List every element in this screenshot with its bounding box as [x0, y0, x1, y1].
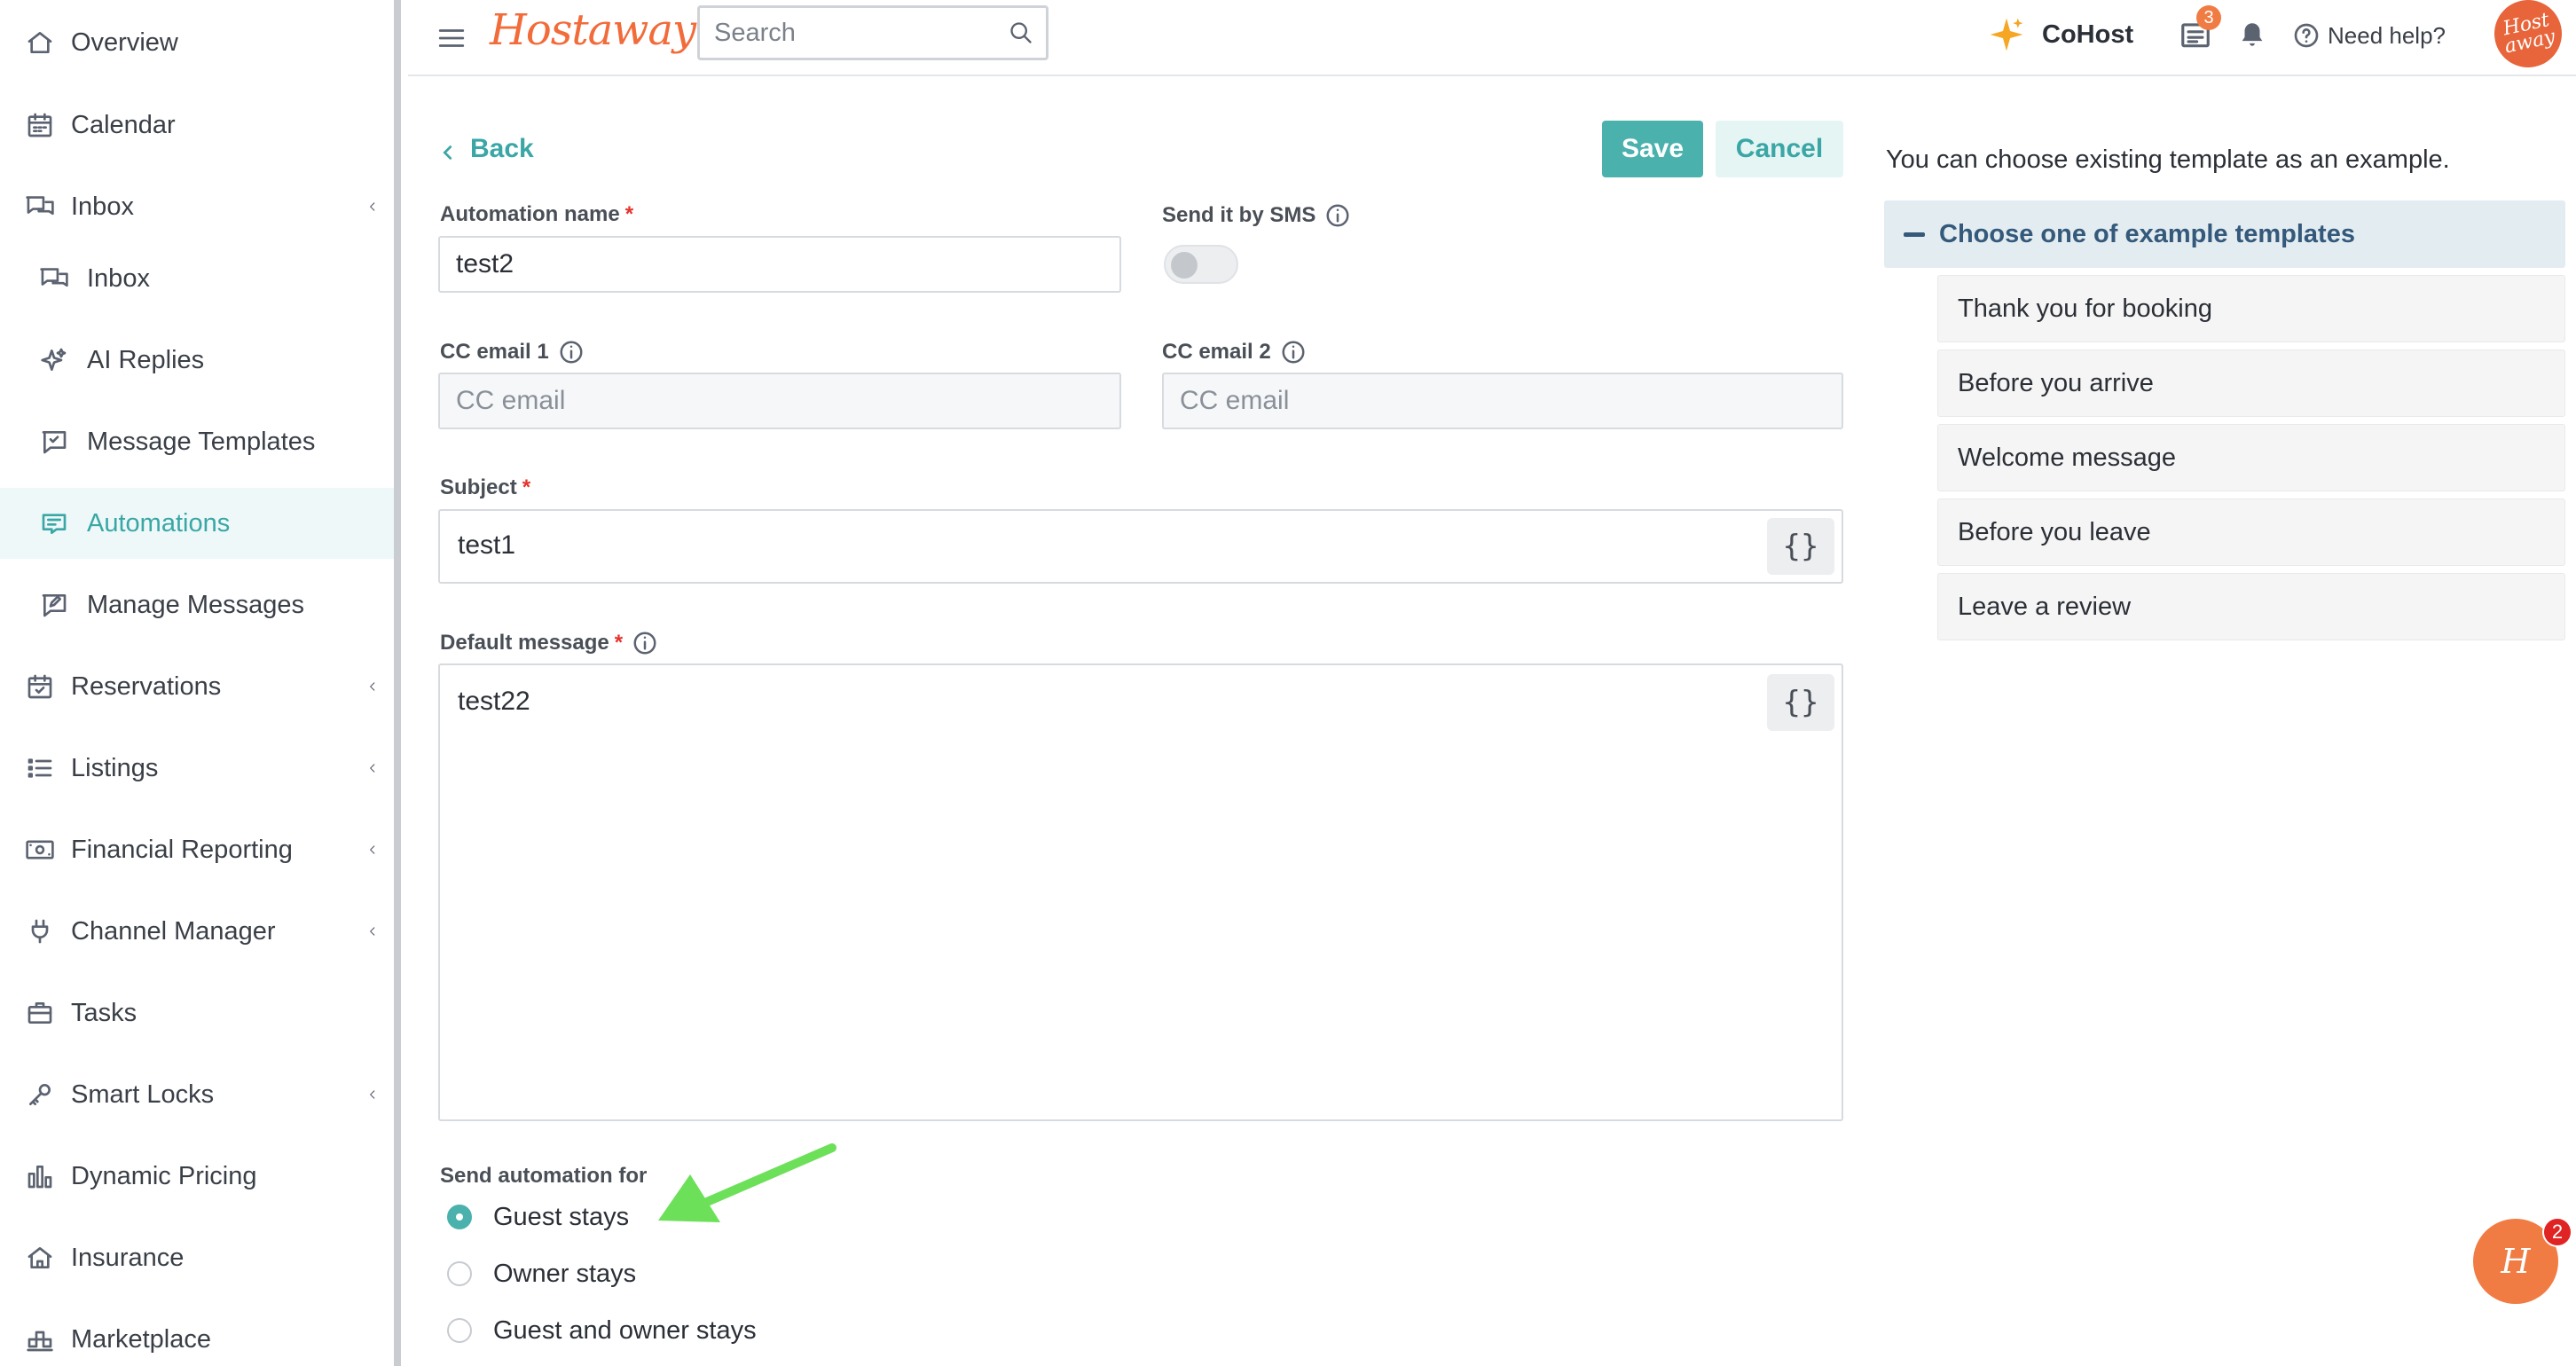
example-templates-accordion[interactable]: Choose one of example templates	[1884, 200, 2565, 268]
sidebar-item-marketplace[interactable]: Marketplace	[0, 1304, 394, 1366]
plug-icon	[25, 916, 55, 946]
sidebar-item-listings[interactable]: Listings	[0, 733, 394, 804]
radio-owner-stays[interactable]: Owner stays	[447, 1256, 636, 1291]
default-message-textarea[interactable]: test22 {}	[438, 663, 1843, 1121]
search-box	[697, 5, 1048, 60]
sidebar-item-inbox-sub[interactable]: Inbox	[0, 243, 394, 314]
chevron-left-icon	[364, 841, 381, 859]
template-welcome-message[interactable]: Welcome message	[1937, 424, 2565, 491]
template-before-you-arrive[interactable]: Before you arrive	[1937, 349, 2565, 417]
info-icon[interactable]	[1324, 202, 1351, 229]
sidebar-item-calendar[interactable]: Calendar	[0, 90, 394, 161]
bell-icon[interactable]	[2237, 18, 2273, 53]
chevron-left-icon	[364, 678, 381, 695]
chat-icon	[39, 263, 69, 294]
chat-icon	[25, 192, 55, 222]
calendar-check-icon	[25, 671, 55, 702]
notification-count-badge: 3	[2196, 5, 2221, 30]
radio-button[interactable]	[447, 1205, 472, 1229]
radio-guest-stays[interactable]: Guest stays	[447, 1199, 629, 1235]
sidebar-item-overview[interactable]: Overview	[0, 7, 394, 78]
back-link[interactable]: Back	[438, 131, 534, 167]
template-leave-a-review[interactable]: Leave a review	[1937, 573, 2565, 640]
info-icon[interactable]	[1280, 339, 1307, 365]
sidebar-item-tasks[interactable]: Tasks	[0, 977, 394, 1048]
chevron-left-icon	[364, 759, 381, 777]
automation-name-input[interactable]	[438, 236, 1121, 293]
sidebar: Overview Calendar Inbox Inbox AI Replies…	[0, 0, 401, 1366]
hostaway-logo[interactable]: Hostaway	[490, 5, 696, 55]
template-thank-you-for-booking[interactable]: Thank you for booking	[1937, 275, 2565, 342]
home-icon	[25, 27, 55, 58]
cancel-button[interactable]: Cancel	[1716, 121, 1843, 177]
toggle-knob	[1171, 252, 1198, 279]
insert-variable-button[interactable]: {}	[1767, 674, 1834, 731]
house-shield-icon	[25, 1243, 55, 1273]
chevron-left-icon	[364, 198, 381, 216]
info-icon[interactable]	[632, 630, 658, 656]
calendar-icon	[25, 110, 55, 140]
marketplace-icon	[25, 1324, 55, 1354]
radio-button[interactable]	[447, 1318, 472, 1343]
sidebar-item-manage-messages[interactable]: Manage Messages	[0, 569, 394, 640]
cc-email-2-input[interactable]	[1162, 373, 1843, 429]
annotation-arrow-icon	[658, 1143, 836, 1222]
template-before-you-leave[interactable]: Before you leave	[1937, 499, 2565, 566]
sidebar-item-channel-manager[interactable]: Channel Manager	[0, 896, 394, 967]
bar-chart-icon	[25, 1161, 55, 1191]
search-input[interactable]	[700, 8, 1001, 58]
question-circle-icon	[2292, 21, 2321, 50]
sidebar-item-inbox[interactable]: Inbox	[0, 171, 394, 242]
search-icon[interactable]	[1009, 20, 1033, 45]
info-icon[interactable]	[558, 339, 585, 365]
cohost-button[interactable]: CoHost	[1987, 12, 2133, 57]
sidebar-item-message-templates[interactable]: Message Templates	[0, 406, 394, 477]
top-header: Hostaway CoHost 3 Need help? Host away	[408, 0, 2576, 76]
automation-name-label: Automation name *	[440, 202, 634, 226]
radio-button[interactable]	[447, 1261, 472, 1286]
key-icon	[25, 1079, 55, 1110]
sidebar-item-reservations[interactable]: Reservations	[0, 651, 394, 722]
chat-unread-badge: 2	[2542, 1217, 2572, 1247]
send-automation-for-label: Send automation for	[440, 1164, 648, 1188]
radio-guest-and-owner-stays[interactable]: Guest and owner stays	[447, 1313, 757, 1348]
avatar[interactable]: Host away	[2487, 0, 2569, 75]
sidebar-item-financial-reporting[interactable]: Financial Reporting	[0, 814, 394, 885]
sms-toggle[interactable]	[1164, 245, 1238, 284]
insert-variable-button[interactable]: {}	[1767, 518, 1834, 575]
sparkle-icon	[1987, 15, 2026, 54]
cc-email-1-input[interactable]	[438, 373, 1121, 429]
edit-message-icon	[39, 590, 69, 620]
sidebar-item-smart-locks[interactable]: Smart Locks	[0, 1059, 394, 1130]
briefcase-icon	[25, 998, 55, 1028]
sidebar-item-insurance[interactable]: Insurance	[0, 1222, 394, 1293]
sms-label: Send it by SMS	[1162, 202, 1351, 229]
hamburger-menu-icon[interactable]	[436, 23, 467, 53]
cc-email-1-label: CC email 1	[440, 339, 585, 365]
automation-icon	[39, 508, 69, 538]
message-template-icon	[39, 427, 69, 457]
cc-email-2-label: CC email 2	[1162, 339, 1307, 365]
chevron-left-icon	[364, 922, 381, 940]
save-button[interactable]: Save	[1602, 121, 1703, 177]
sparkle-icon	[39, 345, 69, 375]
subject-label: Subject *	[440, 475, 531, 499]
need-help-link[interactable]: Need help?	[2292, 18, 2446, 53]
cohost-label: CoHost	[2042, 20, 2134, 49]
default-message-label: Default message *	[440, 630, 658, 656]
sidebar-item-ai-replies[interactable]: AI Replies	[0, 325, 394, 396]
money-icon	[25, 835, 55, 865]
sidebar-item-automations[interactable]: Automations	[0, 488, 394, 559]
sidebar-item-dynamic-pricing[interactable]: Dynamic Pricing	[0, 1141, 394, 1212]
templates-intro-text: You can choose existing template as an e…	[1886, 145, 2450, 174]
subject-input[interactable]: test1 {}	[438, 509, 1843, 584]
list-icon	[25, 753, 55, 783]
chevron-left-icon	[364, 1086, 381, 1103]
chevron-left-icon	[438, 139, 458, 160]
minus-icon	[1904, 232, 1925, 237]
